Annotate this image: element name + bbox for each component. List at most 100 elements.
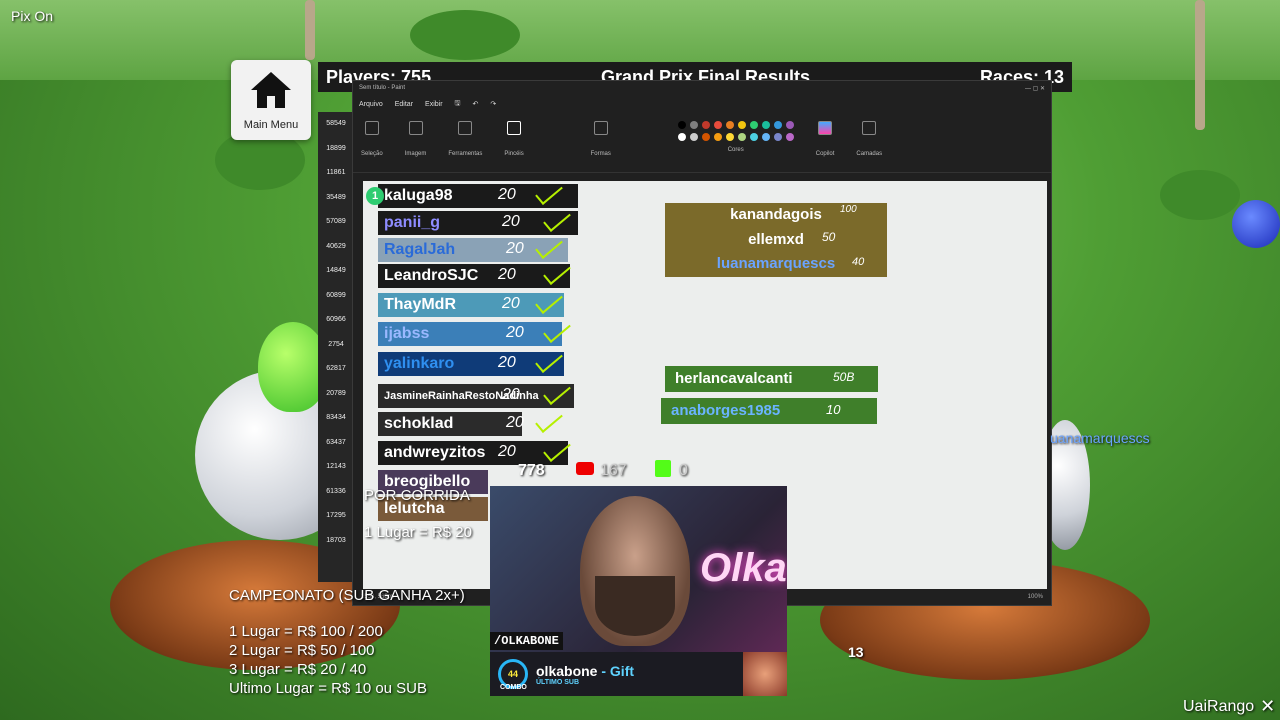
group-label: Imagem [404,151,427,157]
layers-icon [862,121,877,135]
pencil-icon [458,121,473,135]
window-controls[interactable]: — ▢ ✕ [1025,85,1045,92]
score-cell: 63437 [326,438,346,446]
green-bar-name: anaborges1985 [671,402,781,419]
group-formas[interactable]: Formas [546,121,656,157]
group-copilot[interactable]: Copilot [815,121,835,157]
player-strip: schoklad [378,412,522,436]
bush-right [1160,170,1240,220]
zoom-level[interactable]: 100% [1028,594,1043,600]
paint-titlebar: Sem título - Paint — ▢ ✕ [353,81,1051,95]
mark-text: 20 [506,324,524,341]
player-name: ThayMdR [384,296,456,313]
group-label: Pincéis [504,151,524,157]
select-icon [364,121,379,135]
color-swatch[interactable] [701,133,710,141]
score-column: 58549 18899 11861 35489 57089 40629 14849 60899… [318,112,354,582]
save-icon[interactable]: 🖫 [455,99,461,110]
group-cores[interactable]: Cores [677,121,794,153]
player-name: andwreyzitos [384,444,486,461]
color-swatch[interactable] [773,133,782,141]
combo-number: 44 [507,669,518,679]
color-swatch[interactable] [713,133,722,141]
menu-editar[interactable]: Editar [395,101,413,108]
menu-arquivo[interactable]: Arquivo [359,101,383,108]
main-menu-button[interactable]: Main Menu [231,60,311,140]
color-swatch[interactable] [737,133,746,141]
player-name: panii_g [384,214,441,231]
pix-label: Pix On [11,8,54,24]
mark-text: 20 [502,213,520,230]
color-swatch[interactable] [689,133,698,141]
twitch-stat: 778 [518,462,545,480]
color-swatch[interactable] [725,121,734,129]
color-swatch[interactable] [773,121,782,129]
score-cell: 83434 [326,414,346,421]
group-camadas[interactable]: Camadas [856,121,882,157]
gifter-name: olkabone [536,662,598,679]
color-swatch[interactable] [737,121,746,129]
score-cell: 61336 [326,487,346,495]
rank-badge: 1 [366,187,384,205]
campeonato-title: CAMPEONATO (SUB GANHA 2x+) [229,587,465,604]
side-number: 13 [848,644,864,660]
score-cell: 60899 [326,291,346,299]
mark-text: 50 [822,230,836,244]
color-swatch[interactable] [677,121,686,129]
top-name: ellemxd [748,230,804,248]
color-swatch[interactable] [725,133,734,141]
group-imagem[interactable]: Imagem [404,121,427,157]
bush-top [410,10,520,60]
gift-text: olkabone - Gift ÚLTIMO SUB [536,663,634,686]
webcam-overlay: Olka /OLKABONE 44 olkabone - Gift ÚLTIMO… [490,486,787,696]
tree-trunk-left [305,0,315,60]
paint-ribbon: Seleção Imagem Ferramentas Pincéis Forma… [353,113,1051,173]
green-bar: anaborges1985 [661,398,877,424]
color-swatch[interactable] [677,133,686,141]
paint-menubar: Arquivo Editar Exibir 🖫 ↶ ↷ [353,95,1051,113]
group-label: Copilot [815,151,835,157]
kick-stat: 0 [679,462,688,480]
undo-icon[interactable]: ↶ [473,100,479,108]
mark-text: 20 [498,186,516,203]
copilot-icon [818,121,833,135]
score-cell: 20789 [326,389,346,397]
color-swatch[interactable] [689,121,698,129]
green-bar-name: herlancavalcanti [675,370,793,387]
youtube-count: 167 [600,462,627,479]
twitch-count: 778 [518,462,545,479]
score-cell: 17295 [326,512,346,519]
mark-text: 20 [502,295,520,312]
score-cell: 2754 [328,340,344,348]
brand-text: UaiRango [1183,697,1255,715]
blue-blob [1232,200,1280,248]
color-swatch[interactable] [785,133,794,141]
color-palette[interactable] [677,121,794,141]
top-name: luanamarquescs [716,255,836,273]
gift-line: olkabone - Gift [536,663,634,679]
group-pinceis[interactable]: Pincéis [504,121,524,157]
combo-label: COMBO [500,684,527,691]
group-label: Cores [727,147,744,153]
color-swatch[interactable] [713,121,722,129]
paint-title: Sem título - Paint [359,85,406,91]
menu-exibir[interactable]: Exibir [425,101,443,108]
score-cell: 57089 [326,218,346,225]
mark-text: 20 [498,266,516,283]
color-swatch[interactable] [785,121,794,129]
redo-icon[interactable]: ↷ [490,100,496,108]
gifter-avatar [743,652,787,696]
mark-text: 20 [498,443,516,460]
score-cell: 60966 [326,316,346,323]
color-swatch[interactable] [701,121,710,129]
group-selecao[interactable]: Seleção [361,121,383,157]
group-ferramentas[interactable]: Ferramentas [448,121,482,157]
color-swatch[interactable] [749,121,758,129]
color-swatch[interactable] [749,133,758,141]
mark-text: 20 [506,240,524,257]
score-cell: 58549 [326,120,346,127]
color-swatch[interactable] [761,121,770,129]
color-swatch[interactable] [761,133,770,141]
group-label: Formas [590,151,611,157]
player-name: yalinkaro [384,355,455,372]
